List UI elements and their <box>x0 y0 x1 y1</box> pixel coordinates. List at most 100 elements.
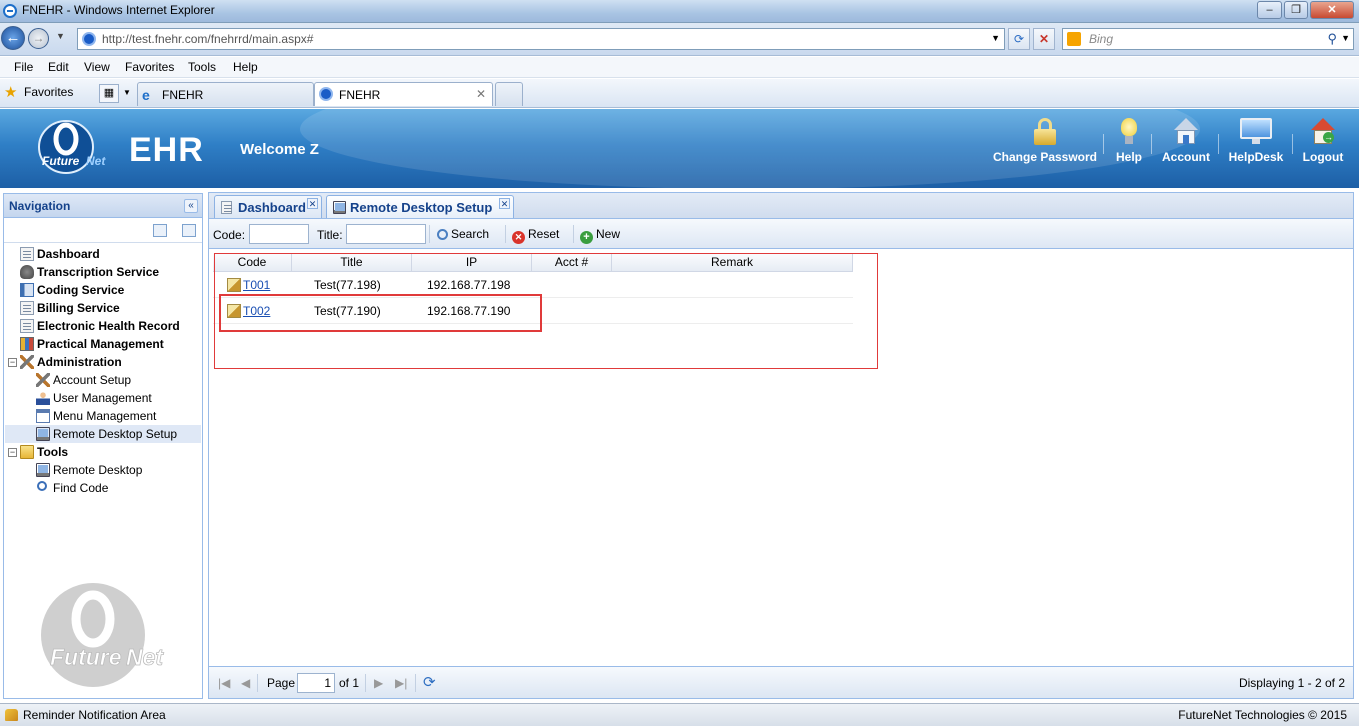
search-dropdown-icon[interactable]: ▼ <box>1341 33 1350 43</box>
nav-item-coding[interactable]: Coding Service <box>20 281 200 299</box>
maximize-button[interactable]: ❐ <box>1284 1 1308 19</box>
tab-close-icon[interactable]: ✕ <box>307 198 318 209</box>
nav-item-label: Remote Desktop Setup <box>53 427 178 441</box>
reset-button[interactable]: ✕ Reset <box>512 227 559 244</box>
page-count-label: of 1 <box>339 676 360 690</box>
menu-help[interactable]: Help <box>233 60 258 74</box>
help-button[interactable]: Help <box>1110 118 1148 164</box>
title-label: Title: <box>317 228 343 242</box>
tab-remote-desktop-setup[interactable]: Remote Desktop Setup ✕ <box>326 195 514 219</box>
menu-file[interactable]: File <box>14 60 33 74</box>
logout-label: Logout <box>1302 150 1344 164</box>
paging-separator <box>257 674 258 692</box>
nav-item-user-management[interactable]: User Management <box>36 389 200 407</box>
browser-tab-1[interactable]: e FNEHR <box>137 82 314 106</box>
header-separator <box>1151 134 1152 154</box>
helpdesk-label: HelpDesk <box>1228 150 1284 164</box>
toolbar-separator <box>505 225 506 243</box>
nav-item-menu-management[interactable]: Menu Management <box>36 407 200 425</box>
navigation-header: Navigation « <box>4 194 202 218</box>
browser-tab-label: FNEHR <box>162 88 204 102</box>
code-input[interactable] <box>249 224 309 244</box>
nav-item-dashboard[interactable]: Dashboard <box>20 245 200 263</box>
refresh-icon[interactable]: ⟳ <box>423 673 436 691</box>
nav-item-practical-management[interactable]: Practical Management <box>20 335 200 353</box>
nav-item-ehr[interactable]: Electronic Health Record <box>20 317 200 335</box>
title-input[interactable] <box>346 224 426 244</box>
account-button[interactable]: Account <box>1158 118 1214 164</box>
nav-item-remote-desktop-setup[interactable]: Remote Desktop Setup <box>5 425 201 443</box>
last-page-icon[interactable]: ▶| <box>395 676 407 690</box>
stop-icon[interactable]: ✕ <box>1033 28 1055 50</box>
document-icon <box>20 247 34 261</box>
nav-item-label: Account Setup <box>53 373 132 387</box>
svg-text:Future: Future <box>42 154 80 168</box>
new-tab-button[interactable] <box>495 82 523 106</box>
nav-item-remote-desktop[interactable]: Remote Desktop <box>36 461 200 479</box>
nav-item-account-setup[interactable]: Account Setup <box>36 371 200 389</box>
reminder-notification-area[interactable]: Reminder Notification Area <box>23 708 166 722</box>
help-label: Help <box>1115 150 1142 164</box>
collapse-all-icon[interactable] <box>182 224 196 237</box>
logout-button[interactable]: → Logout <box>1298 118 1348 164</box>
document-icon <box>221 201 232 214</box>
nav-item-label: Practical Management <box>37 337 164 351</box>
collapse-panel-icon[interactable]: « <box>184 199 198 213</box>
nav-item-transcription[interactable]: Transcription Service <box>20 263 200 281</box>
tab-close-icon[interactable]: ✕ <box>476 87 486 101</box>
search-icon[interactable]: ⚲ <box>1327 31 1337 47</box>
svg-text:Net: Net <box>126 644 164 670</box>
refresh-icon[interactable]: ⟳ <box>1008 28 1030 50</box>
nav-item-find-code[interactable]: Find Code <box>36 479 200 497</box>
minimize-button[interactable]: – <box>1257 1 1282 19</box>
previous-page-icon[interactable]: ◀ <box>241 676 250 690</box>
reset-icon: ✕ <box>512 231 525 244</box>
tab-list-dropdown-icon[interactable]: ▼ <box>123 88 131 97</box>
menu-view[interactable]: View <box>84 60 110 74</box>
nav-item-billing[interactable]: Billing Service <box>20 299 200 317</box>
monitor-icon <box>36 463 50 477</box>
header-separator <box>1103 134 1104 154</box>
house-icon <box>1173 118 1199 146</box>
lightbulb-icon <box>1116 118 1142 146</box>
search-input[interactable]: Bing ⚲ ▼ <box>1062 28 1354 50</box>
forward-button[interactable]: → <box>28 28 49 49</box>
code-label: Code: <box>213 228 246 242</box>
close-button[interactable]: ✕ <box>1310 1 1354 19</box>
expand-all-icon[interactable] <box>153 224 167 237</box>
new-button[interactable]: + New <box>580 227 620 244</box>
address-url: http://test.fnehr.com/fnehrrd/main.aspx# <box>102 32 314 46</box>
administration-collapse-icon[interactable]: − <box>8 358 17 367</box>
address-dropdown-icon[interactable]: ▼ <box>991 33 1000 43</box>
menu-tools[interactable]: Tools <box>188 60 216 74</box>
page-number-input[interactable] <box>297 673 335 693</box>
history-dropdown-icon[interactable]: ▼ <box>56 31 65 41</box>
back-button[interactable]: ← <box>1 26 25 50</box>
browser-tab-2[interactable]: FNEHR ✕ <box>314 82 493 106</box>
tab-close-icon[interactable]: ✕ <box>499 198 510 209</box>
first-page-icon[interactable]: |◀ <box>218 676 230 690</box>
address-bar[interactable]: http://test.fnehr.com/fnehrrd/main.aspx#… <box>77 28 1005 50</box>
nav-item-label: Menu Management <box>53 409 157 423</box>
tools-collapse-icon[interactable]: − <box>8 448 17 457</box>
nav-item-tools[interactable]: Tools <box>20 443 200 461</box>
menu-bar: File Edit View Favorites Tools Help <box>0 57 1359 78</box>
favorites-star-icon: ★ <box>4 84 18 101</box>
menu-edit[interactable]: Edit <box>48 60 69 74</box>
change-password-button[interactable]: Change Password <box>990 118 1100 164</box>
nav-item-label: Dashboard <box>37 247 100 261</box>
next-page-icon[interactable]: ▶ <box>374 676 383 690</box>
menu-favorites[interactable]: Favorites <box>125 60 174 74</box>
futurenet-logo: Future Net <box>38 120 106 174</box>
tab-dashboard[interactable]: Dashboard ✕ <box>214 195 322 219</box>
search-button[interactable]: Search <box>437 227 489 241</box>
favorites-button[interactable]: Favorites <box>24 85 73 99</box>
window-titlebar: FNEHR - Windows Internet Explorer – ❐ ✕ <box>0 0 1359 23</box>
svg-text:Net: Net <box>86 154 106 168</box>
account-label: Account <box>1162 150 1210 164</box>
tab-label: Dashboard <box>238 200 306 215</box>
helpdesk-button[interactable]: HelpDesk <box>1224 118 1288 164</box>
quick-tabs-icon[interactable]: ▦ <box>99 84 119 103</box>
nav-item-administration[interactable]: Administration <box>20 353 200 371</box>
ie-tab-icon: e <box>142 87 150 103</box>
